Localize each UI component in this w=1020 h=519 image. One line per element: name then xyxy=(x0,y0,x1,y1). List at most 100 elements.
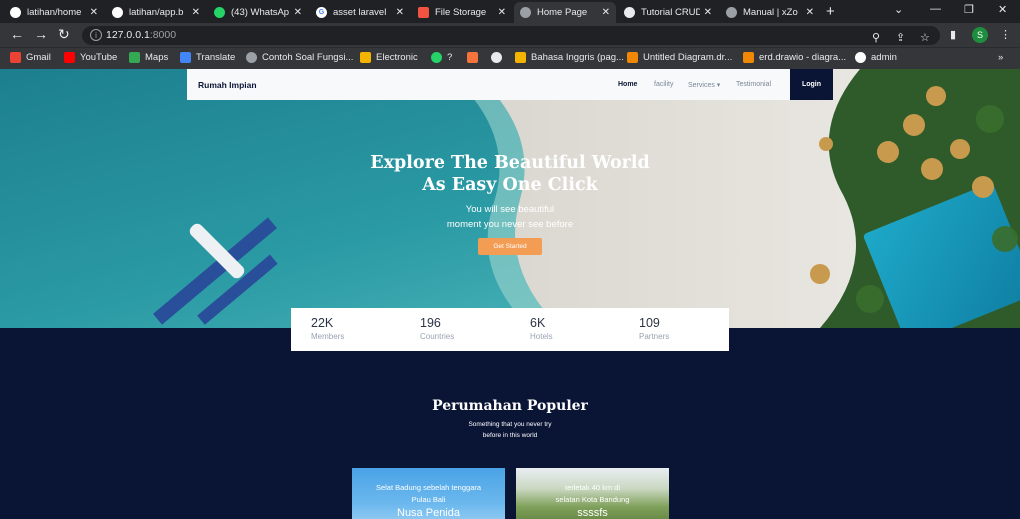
get-started-button[interactable]: Get Started xyxy=(478,238,542,255)
laravel-icon xyxy=(418,7,429,18)
close-icon[interactable]: ✕ xyxy=(396,7,404,18)
hero-title: Explore The Beautiful World As Easy One … xyxy=(370,153,650,195)
whatsapp-icon xyxy=(431,52,442,63)
bookmark-star-icon[interactable]: ☆ xyxy=(920,31,930,44)
tab-title: latihan/app.b xyxy=(129,7,184,18)
close-icon[interactable]: ✕ xyxy=(704,7,712,18)
bookmark-q[interactable] xyxy=(491,52,507,63)
tab-title: Home Page xyxy=(537,7,588,18)
tab-latihan-app[interactable]: latihan/app.b ✕ xyxy=(106,2,206,23)
bookmark-bahasa-inggris[interactable]: Bahasa Inggris (pag... xyxy=(515,52,624,63)
tab-home-page[interactable]: Home Page ✕ xyxy=(514,2,616,23)
side-panel-icon[interactable]: ▮ xyxy=(950,28,956,41)
bookmark-icon xyxy=(467,52,478,63)
share-icon[interactable]: ⇪ xyxy=(896,31,905,44)
close-icon[interactable]: ✕ xyxy=(294,7,302,18)
login-button[interactable]: Login xyxy=(790,69,833,100)
property-card[interactable]: Selat Badung sebelah tenggara Pulau Bali… xyxy=(352,468,505,519)
bookmark-whatsapp[interactable]: ? xyxy=(431,52,452,63)
gmail-icon xyxy=(10,52,21,63)
bookmark-orange[interactable] xyxy=(467,52,483,63)
bahasa-icon xyxy=(515,52,526,63)
hero-background-image xyxy=(0,69,1020,328)
stat-value: 22K xyxy=(311,316,334,330)
reload-icon[interactable]: ↻ xyxy=(58,27,70,41)
bookmark-contoh-soal[interactable]: Contoh Soal Fungsi... xyxy=(246,52,353,63)
brand-logo[interactable]: Rumah Impian xyxy=(198,80,257,90)
globe-icon xyxy=(726,7,737,18)
stat-value: 196 xyxy=(420,316,441,330)
close-icon[interactable]: ✕ xyxy=(806,7,814,18)
bookmark-maps[interactable]: Maps xyxy=(129,52,168,63)
card-description: terletak 40 km di selatan Kota Bandung xyxy=(555,483,630,504)
stats-panel: 22K Members 196 Countries 6K Hotels 109 … xyxy=(291,308,729,351)
web-page: Rumah Impian Home facility Services ▾ Te… xyxy=(0,69,1020,519)
tab-search-icon[interactable]: ⌄ xyxy=(894,3,903,16)
new-tab-icon[interactable]: + xyxy=(826,3,835,20)
bookmarks-bar: Gmail YouTube Maps Translate Contoh Soal… xyxy=(0,47,1020,69)
section-title: Perumahan Populer xyxy=(432,398,588,414)
nav-testimonial[interactable]: Testimonial xyxy=(736,81,771,88)
hero-section: Rumah Impian Home facility Services ▾ Te… xyxy=(0,69,1020,328)
nav-services[interactable]: Services ▾ xyxy=(688,81,720,89)
hero-subtitle: You will see beautiful moment you never … xyxy=(446,204,574,230)
property-card[interactable]: terletak 40 km di selatan Kota Bandung s… xyxy=(516,468,669,519)
forward-icon[interactable]: → xyxy=(34,27,48,41)
maps-icon xyxy=(129,52,140,63)
tab-whatsapp[interactable]: (43) WhatsAp ✕ xyxy=(208,2,308,23)
minimize-icon[interactable]: — xyxy=(930,3,941,15)
tab-tutorial-crud[interactable]: Tutorial CRUD ✕ xyxy=(618,2,718,23)
globe-icon xyxy=(520,7,531,18)
info-icon[interactable]: i xyxy=(90,29,102,41)
stat-countries: 196 Countries xyxy=(420,316,454,341)
browser-toolbar: ← → ↻ i 127.0.0.1:8000 ⚲ ⇪ ☆ ▮ ⋮ xyxy=(0,23,1020,47)
tab-manual[interactable]: Manual | xZo ✕ xyxy=(720,2,820,23)
close-icon[interactable]: ✕ xyxy=(192,7,200,18)
bookmark-gmail[interactable]: Gmail xyxy=(10,52,51,63)
tab-strip: latihan/home ✕ latihan/app.b ✕ (43) What… xyxy=(0,0,1020,23)
stat-label: Partners xyxy=(639,332,670,341)
close-icon[interactable]: ✕ xyxy=(602,7,610,18)
tab-latihan-home[interactable]: latihan/home ✕ xyxy=(4,2,104,23)
whatsapp-icon xyxy=(214,7,225,18)
card-title: ssssfs xyxy=(577,507,608,519)
drawio-icon xyxy=(627,52,638,63)
nav-facility[interactable]: facility xyxy=(654,81,673,88)
bookmark-untitled-diagram[interactable]: Untitled Diagram.dr... xyxy=(627,52,732,63)
tab-title: Tutorial CRUD xyxy=(641,7,700,18)
search-icon xyxy=(491,52,502,63)
close-icon[interactable]: ✕ xyxy=(498,7,506,18)
github-icon xyxy=(10,7,21,18)
back-icon[interactable]: ← xyxy=(10,27,24,41)
bookmark-electronic[interactable]: Electronic xyxy=(360,52,418,63)
electronic-icon xyxy=(360,52,371,63)
google-icon: G xyxy=(316,7,327,18)
bookmark-erd-drawio[interactable]: erd.drawio - diagra... xyxy=(743,52,846,63)
close-icon[interactable]: ✕ xyxy=(90,7,98,18)
card-description: Selat Badung sebelah tenggara Pulau Bali xyxy=(375,483,482,504)
tab-asset-laravel[interactable]: G asset laravel ✕ xyxy=(310,2,410,23)
nav-home[interactable]: Home xyxy=(618,81,637,88)
github-icon xyxy=(855,52,866,63)
tab-title: asset laravel xyxy=(333,7,387,18)
stat-members: 22K Members xyxy=(311,316,344,341)
bookmark-admin[interactable]: admin xyxy=(855,52,897,63)
globe-icon xyxy=(624,7,635,18)
profile-avatar[interactable]: S xyxy=(972,27,988,43)
bookmark-translate[interactable]: Translate xyxy=(180,52,235,63)
more-bookmarks-icon[interactable]: » xyxy=(998,52,1003,63)
address-bar[interactable]: i 127.0.0.1:8000 ⚲ ⇪ ☆ xyxy=(82,26,940,45)
drawio-icon xyxy=(743,52,754,63)
restore-icon[interactable]: ❐ xyxy=(964,3,974,16)
stat-hotels: 6K Hotels xyxy=(530,316,553,341)
zoom-icon[interactable]: ⚲ xyxy=(872,31,880,44)
menu-icon[interactable]: ⋮ xyxy=(1000,28,1011,41)
browser-chrome: latihan/home ✕ latihan/app.b ✕ (43) What… xyxy=(0,0,1020,69)
stat-label: Members xyxy=(311,332,345,341)
bookmark-youtube[interactable]: YouTube xyxy=(64,52,117,63)
section-subtitle: Something that you never try before in t… xyxy=(468,421,552,439)
tab-file-storage[interactable]: File Storage ✕ xyxy=(412,2,512,23)
github-icon xyxy=(112,7,123,18)
close-window-icon[interactable]: ✕ xyxy=(998,3,1007,16)
url-text[interactable]: 127.0.0.1:8000 xyxy=(106,29,176,41)
